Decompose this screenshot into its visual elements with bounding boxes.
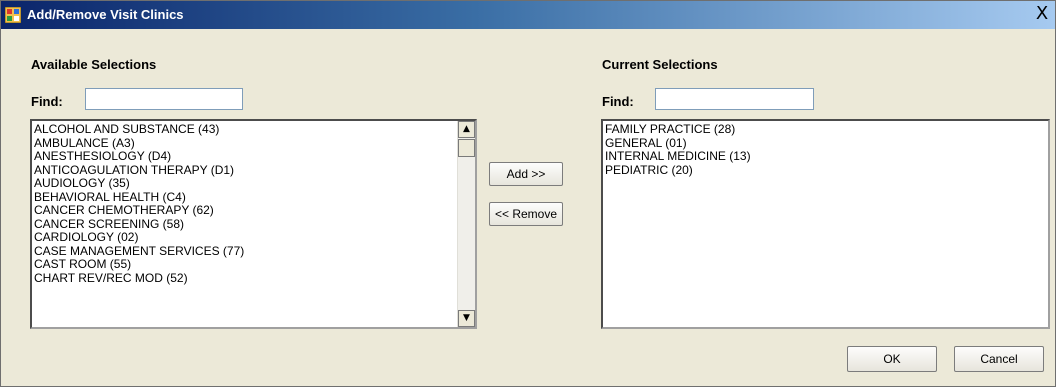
available-list-item[interactable]: CAST ROOM (55) (34, 257, 475, 272)
title-bar[interactable]: Add/Remove Visit Clinics X (1, 1, 1055, 29)
available-list-item[interactable]: CANCER SCREENING (58) (34, 217, 475, 232)
current-find-label: Find: (602, 94, 634, 109)
available-selections-list[interactable]: ALCOHOL AND SUBSTANCE (43) AMBULANCE (A3)… (30, 119, 477, 329)
scroll-thumb[interactable] (458, 139, 475, 157)
available-list-item[interactable]: BEHAVIORAL HEALTH (C4) (34, 190, 475, 205)
close-icon[interactable]: X (1033, 3, 1051, 25)
current-list-item[interactable]: INTERNAL MEDICINE (13) (605, 149, 1048, 164)
available-find-input[interactable] (85, 88, 243, 110)
available-find-label: Find: (31, 94, 63, 109)
current-list-item[interactable]: PEDIATRIC (20) (605, 163, 1048, 178)
available-list-item[interactable]: AUDIOLOGY (35) (34, 176, 475, 191)
available-list-item[interactable]: CHART REV/REC MOD (52) (34, 271, 475, 286)
available-items: ALCOHOL AND SUBSTANCE (43) AMBULANCE (A3)… (32, 121, 475, 285)
current-selections-list[interactable]: FAMILY PRACTICE (28) GENERAL (01) INTERNAL… (601, 119, 1050, 329)
scroll-down-icon[interactable]: ▼ (458, 310, 475, 327)
available-list-item[interactable]: CASE MANAGEMENT SERVICES (77) (34, 244, 475, 259)
current-list-item[interactable]: GENERAL (01) (605, 136, 1048, 151)
available-list-item[interactable]: ALCOHOL AND SUBSTANCE (43) (34, 122, 475, 137)
app-icon (5, 7, 21, 23)
available-list-item[interactable]: AMBULANCE (A3) (34, 136, 475, 151)
add-button[interactable]: Add >> (489, 162, 563, 186)
available-list-item[interactable]: ANTICOAGULATION THERAPY (D1) (34, 163, 475, 178)
ok-button[interactable]: OK (847, 346, 937, 372)
current-find-input[interactable] (655, 88, 814, 110)
current-selections-heading: Current Selections (602, 57, 718, 72)
dialog-window: Add/Remove Visit Clinics X Available Sel… (0, 0, 1056, 387)
available-selections-heading: Available Selections (31, 57, 157, 72)
current-list-item[interactable]: FAMILY PRACTICE (28) (605, 122, 1048, 137)
current-items: FAMILY PRACTICE (28) GENERAL (01) INTERNAL… (603, 121, 1048, 177)
available-list-scrollbar[interactable]: ▲ ▼ (457, 121, 475, 327)
remove-button[interactable]: << Remove (489, 202, 563, 226)
available-list-item[interactable]: ANESTHESIOLOGY (D4) (34, 149, 475, 164)
scroll-up-icon[interactable]: ▲ (458, 121, 475, 138)
available-list-item[interactable]: CANCER CHEMOTHERAPY (62) (34, 203, 475, 218)
available-list-item[interactable]: CARDIOLOGY (02) (34, 230, 475, 245)
cancel-button[interactable]: Cancel (954, 346, 1044, 372)
window-title: Add/Remove Visit Clinics (27, 7, 184, 22)
